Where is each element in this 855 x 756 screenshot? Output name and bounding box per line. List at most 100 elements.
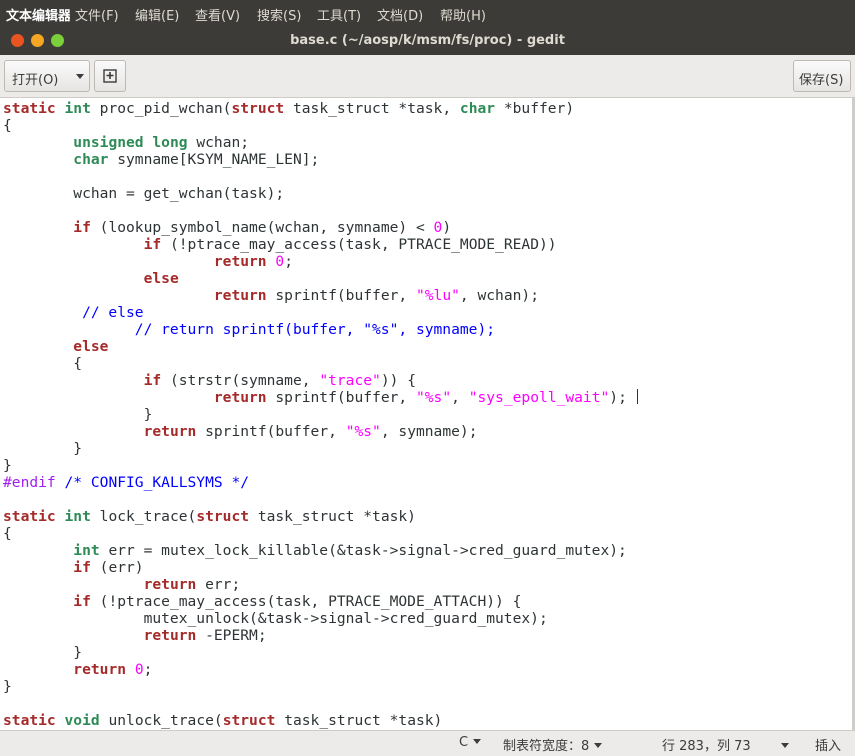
status-bar: C 制表符宽度：8 行 283，列 73 插入 bbox=[0, 730, 855, 756]
code-token: { bbox=[3, 117, 12, 134]
code-line: if (strstr(symname, "trace")) { bbox=[3, 372, 638, 389]
code-line: static int lock_trace(struct task_struct… bbox=[3, 508, 638, 525]
code-token: { bbox=[3, 355, 83, 372]
code-line: mutex_unlock(&task->signal->cred_guard_m… bbox=[3, 610, 638, 627]
menu-view[interactable]: 查看(V) bbox=[195, 5, 240, 24]
code-token: task_struct *task) bbox=[275, 712, 443, 729]
save-button-label: 保存(S) bbox=[799, 73, 844, 88]
cursor-position-label: 行 283，列 73 bbox=[662, 739, 751, 754]
code-token: , bbox=[451, 389, 469, 406]
code-token: wchan; bbox=[187, 134, 250, 151]
code-token: lock_trace( bbox=[90, 508, 197, 525]
code-line: return err; bbox=[3, 576, 638, 593]
code-line: unsigned long wchan; bbox=[3, 134, 638, 151]
preprocessor-token: #endif bbox=[3, 474, 56, 491]
maximize-window-button[interactable] bbox=[51, 34, 64, 47]
code-token: task_struct *task, bbox=[284, 100, 460, 117]
code-token: *buffer) bbox=[495, 100, 575, 117]
menu-help[interactable]: 帮助(H) bbox=[440, 5, 486, 24]
code-token: -EPERM; bbox=[196, 627, 267, 644]
code-line: if (!ptrace_may_access(task, PTRACE_MODE… bbox=[3, 593, 638, 610]
keyword-token: if bbox=[143, 236, 162, 253]
code-lines: static int proc_pid_wchan(struct task_st… bbox=[3, 100, 638, 729]
cursor-position-selector[interactable]: 行 283，列 73 bbox=[662, 735, 789, 754]
string-token: "%lu" bbox=[415, 287, 460, 304]
string-token: "%s" bbox=[345, 423, 381, 440]
code-line: { bbox=[3, 355, 638, 372]
chevron-down-icon bbox=[76, 74, 84, 79]
menu-edit[interactable]: 编辑(E) bbox=[135, 5, 179, 24]
keyword-token: return bbox=[213, 389, 267, 406]
code-line: if (lookup_symbol_name(wchan, symname) <… bbox=[3, 219, 638, 236]
menu-tools[interactable]: 工具(T) bbox=[317, 5, 361, 24]
keyword-token: else bbox=[143, 270, 179, 287]
tab-width-selector[interactable]: 制表符宽度：8 bbox=[503, 735, 603, 754]
menu-documents[interactable]: 文档(D) bbox=[377, 5, 423, 24]
keyword-token: return bbox=[143, 423, 197, 440]
code-line: if (!ptrace_may_access(task, PTRACE_MODE… bbox=[3, 236, 638, 253]
chevron-down-icon bbox=[594, 743, 603, 748]
code-line: { bbox=[3, 117, 638, 134]
code-token: unlock_trace( bbox=[99, 712, 223, 729]
code-line: char symname[KSYM_NAME_LEN]; bbox=[3, 151, 638, 168]
close-window-button[interactable] bbox=[11, 34, 24, 47]
code-line: } bbox=[3, 644, 638, 661]
code-token: err = mutex_lock_killable(&task->signal-… bbox=[99, 542, 627, 559]
type-token: long bbox=[152, 134, 188, 151]
code-line: if (err) bbox=[3, 559, 638, 576]
new-document-icon bbox=[103, 69, 117, 83]
code-token: } bbox=[3, 457, 12, 474]
code-token: symname[KSYM_NAME_LEN]; bbox=[108, 151, 320, 168]
code-token: wchan = get_wchan(task); bbox=[3, 185, 285, 202]
comment-token: /* CONFIG_KALLSYMS */ bbox=[64, 474, 250, 491]
window-title: base.c (~/aosp/k/msm/fs/proc) - gedit bbox=[290, 33, 565, 48]
minimize-window-button[interactable] bbox=[31, 34, 44, 47]
save-button[interactable]: 保存(S) bbox=[793, 60, 851, 92]
menu-file[interactable]: 文件(F) bbox=[75, 5, 119, 24]
keyword-token: struct bbox=[196, 508, 250, 525]
code-token: sprintf(buffer, bbox=[196, 423, 346, 440]
code-line: wchan = get_wchan(task); bbox=[3, 185, 638, 202]
new-tab-button[interactable] bbox=[94, 60, 126, 92]
code-token: , symname); bbox=[380, 423, 478, 440]
code-token: )) { bbox=[380, 372, 416, 389]
code-line: } bbox=[3, 406, 638, 423]
string-token: "%s" bbox=[415, 389, 452, 406]
type-token: int bbox=[64, 100, 91, 117]
code-token: ; bbox=[284, 253, 293, 270]
code-line: static void unlock_trace(struct task_str… bbox=[3, 712, 638, 729]
code-line: return -EPERM; bbox=[3, 627, 638, 644]
code-token: { bbox=[3, 525, 12, 542]
code-token: task_struct *task) bbox=[249, 508, 416, 525]
code-line: return 0; bbox=[3, 253, 638, 270]
code-line: return sprintf(buffer, "%lu", wchan); bbox=[3, 287, 638, 304]
comment-token: // return sprintf(buffer, "%s", symname)… bbox=[3, 321, 496, 338]
app-name: 文本编辑器 bbox=[6, 9, 70, 24]
open-button[interactable]: 打开(O) bbox=[4, 60, 90, 92]
code-line: static int proc_pid_wchan(struct task_st… bbox=[3, 100, 638, 117]
code-token: ) bbox=[442, 219, 452, 236]
keyword-token: static bbox=[3, 712, 56, 729]
string-token: "sys_epoll_wait" bbox=[468, 389, 610, 406]
code-token: (strstr(symname, bbox=[161, 372, 320, 389]
keyword-token: static bbox=[3, 508, 56, 525]
language-label: C bbox=[459, 735, 469, 750]
language-selector[interactable]: C bbox=[459, 735, 482, 750]
menu-search[interactable]: 搜索(S) bbox=[257, 5, 301, 24]
string-token: "trace" bbox=[319, 372, 381, 389]
text-cursor bbox=[636, 389, 638, 404]
code-line: else bbox=[3, 338, 638, 355]
code-editor[interactable]: static int proc_pid_wchan(struct task_st… bbox=[0, 98, 852, 730]
